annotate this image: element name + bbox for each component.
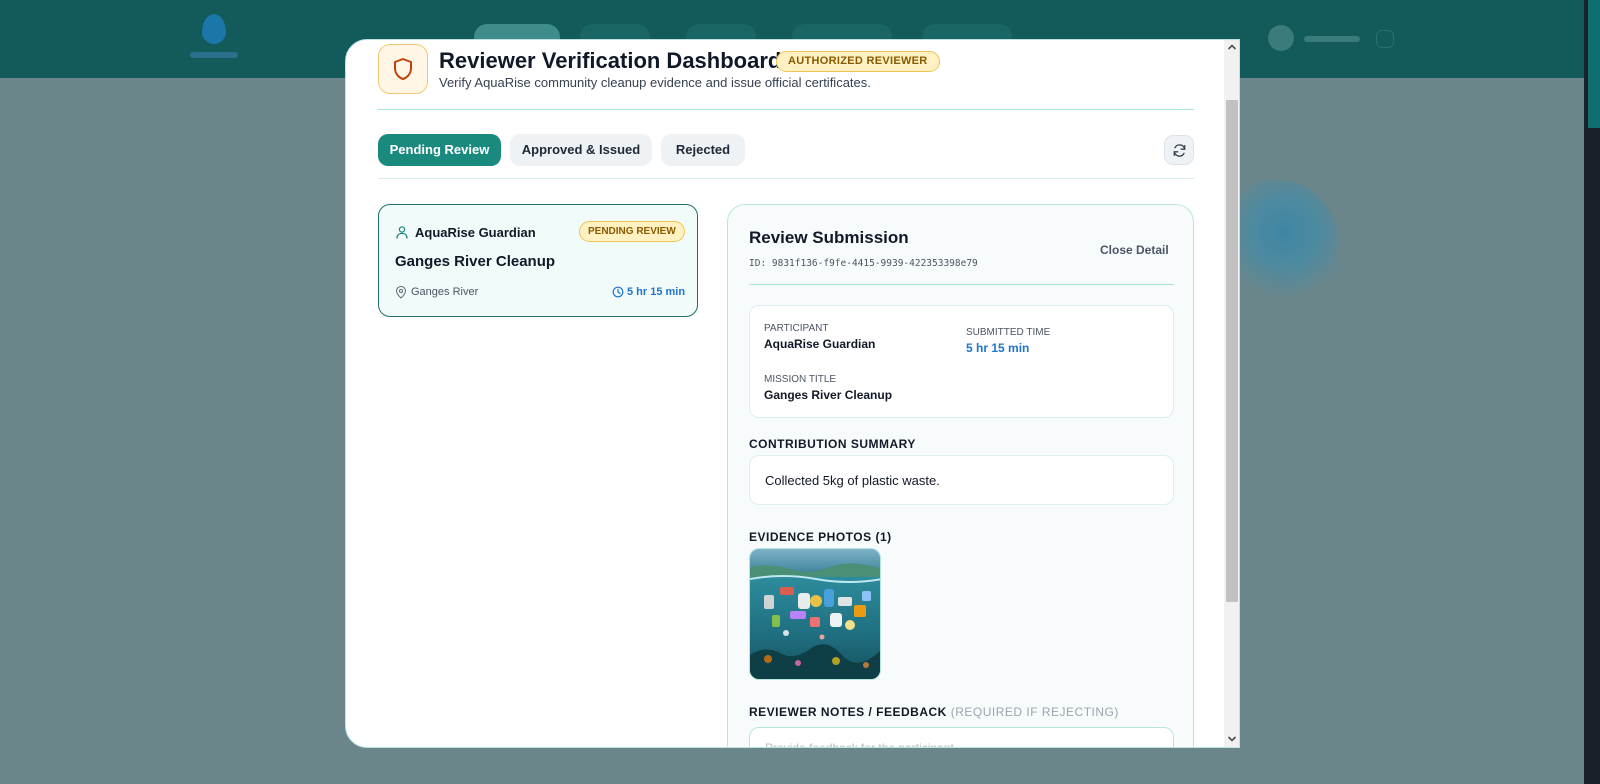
shield-icon bbox=[378, 44, 428, 94]
tabs-divider bbox=[378, 178, 1194, 179]
tab-pending-review[interactable]: Pending Review bbox=[378, 134, 501, 166]
page-subtitle: Verify AquaRise community cleanup eviden… bbox=[439, 75, 871, 90]
submission-info-box: PARTICIPANT AquaRise Guardian SUBMITTED … bbox=[749, 305, 1174, 418]
reviewer-dashboard-modal: Reviewer Verification Dashboard AUTHORIZ… bbox=[345, 39, 1240, 748]
header-divider bbox=[378, 109, 1194, 110]
mission-title-value: Ganges River Cleanup bbox=[764, 388, 893, 402]
evidence-photo-image bbox=[750, 549, 880, 679]
tab-rejected[interactable]: Rejected bbox=[661, 134, 745, 166]
background-menu-button bbox=[1376, 30, 1394, 48]
modal-scrollbar-thumb[interactable] bbox=[1226, 100, 1238, 602]
user-icon bbox=[396, 226, 408, 239]
map-pin-icon bbox=[395, 286, 407, 299]
mission-title-label: MISSION TITLE bbox=[764, 374, 837, 385]
submission-card[interactable]: AquaRise Guardian PENDING REVIEW Ganges … bbox=[378, 204, 698, 317]
detail-title: Review Submission bbox=[749, 228, 909, 247]
reviewer-role-badge: AUTHORIZED REVIEWER bbox=[776, 51, 940, 72]
refresh-button[interactable] bbox=[1164, 135, 1194, 165]
submission-id: ID: 9831f136-f9fe-4415-9939-422353398e79 bbox=[749, 258, 978, 269]
contribution-summary-box: Collected 5kg of plastic waste. bbox=[749, 455, 1174, 505]
page-scrollbar-thumb[interactable] bbox=[1588, 0, 1600, 128]
detail-divider bbox=[749, 284, 1174, 285]
modal-scrollbar[interactable] bbox=[1224, 40, 1239, 747]
card-duration: 5 hr 15 min bbox=[627, 286, 686, 298]
close-detail-button[interactable]: Close Detail bbox=[1100, 243, 1169, 257]
background-avatar bbox=[1268, 25, 1294, 51]
review-detail-panel: Review Submission Close Detail ID: 9831f… bbox=[727, 204, 1194, 747]
reviewer-notes-label: REVIEWER NOTES / FEEDBACK bbox=[749, 705, 947, 719]
chevron-up-icon[interactable] bbox=[1227, 42, 1237, 52]
participant-label: PARTICIPANT bbox=[764, 323, 829, 334]
reviewer-notes-input[interactable] bbox=[749, 727, 1174, 747]
evidence-photos-heading: EVIDENCE PHOTOS (1) bbox=[749, 530, 892, 544]
contribution-summary-text: Collected 5kg of plastic waste. bbox=[765, 473, 940, 488]
page-title: Reviewer Verification Dashboard bbox=[439, 48, 782, 73]
card-participant-name: AquaRise Guardian bbox=[415, 225, 536, 240]
chevron-down-icon[interactable] bbox=[1227, 734, 1237, 744]
tab-approved-issued[interactable]: Approved & Issued bbox=[510, 134, 652, 166]
participant-value: AquaRise Guardian bbox=[764, 337, 876, 351]
background-user-name bbox=[1304, 36, 1360, 42]
card-location: Ganges River bbox=[411, 286, 479, 298]
submitted-time-label: SUBMITTED TIME bbox=[966, 327, 1051, 338]
evidence-photo[interactable] bbox=[749, 548, 881, 680]
reviewer-notes-heading: REVIEWER NOTES / FEEDBACK (REQUIRED IF R… bbox=[749, 705, 1119, 719]
background-logo bbox=[190, 12, 238, 62]
clock-icon bbox=[612, 286, 624, 298]
status-badge: PENDING REVIEW bbox=[579, 221, 685, 242]
reviewer-notes-hint: (REQUIRED IF REJECTING) bbox=[950, 705, 1119, 719]
submitted-time-value: 5 hr 15 min bbox=[966, 341, 1030, 355]
refresh-icon bbox=[1173, 143, 1185, 157]
contribution-summary-heading: CONTRIBUTION SUMMARY bbox=[749, 437, 916, 451]
card-mission-title: Ganges River Cleanup bbox=[395, 253, 556, 270]
